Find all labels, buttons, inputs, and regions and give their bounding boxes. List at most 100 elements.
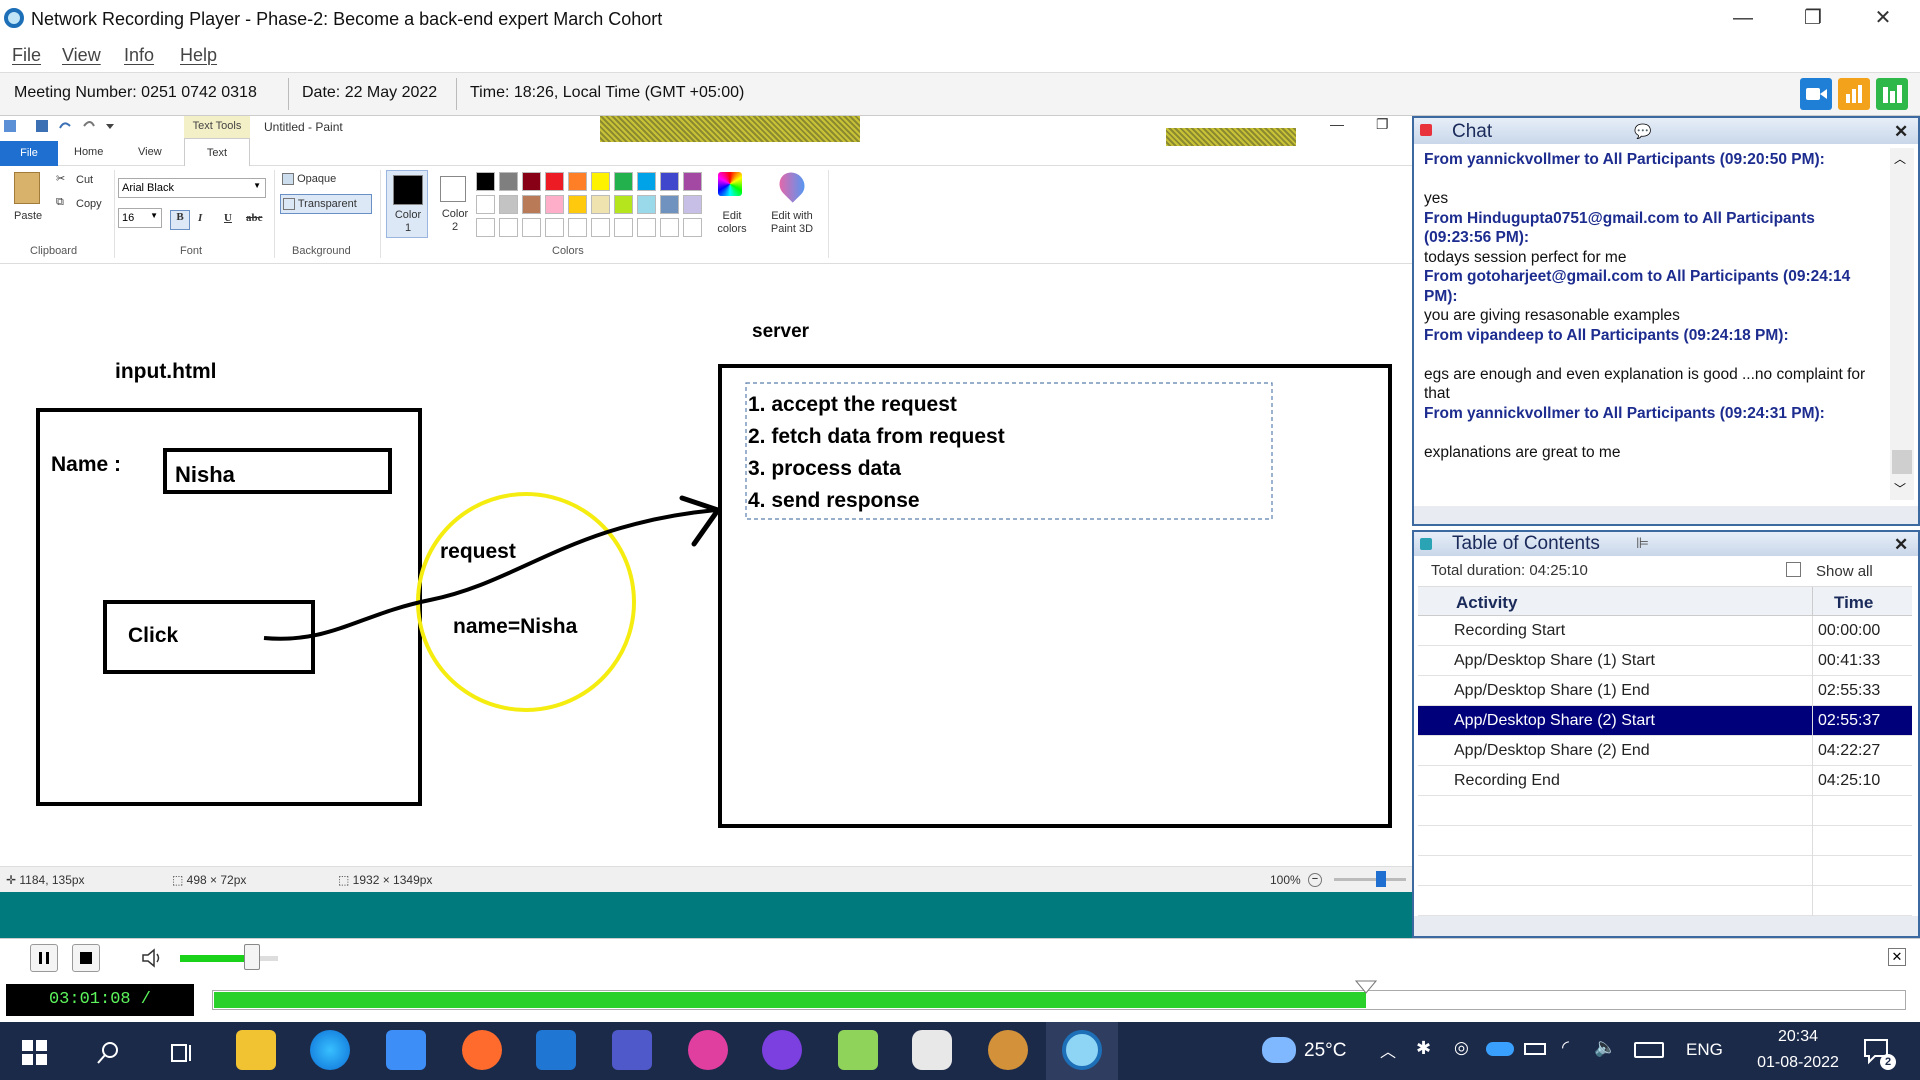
show-all-label[interactable]: Show all [1816, 563, 1873, 580]
palette-swatch[interactable] [637, 195, 656, 214]
video-view-icon[interactable] [1800, 78, 1832, 110]
palette-swatch-empty[interactable] [591, 218, 610, 237]
palette-swatch-empty[interactable] [637, 218, 656, 237]
edit-colors-icon[interactable] [718, 172, 742, 196]
weather-temp[interactable]: 25°C [1304, 1040, 1346, 1062]
show-all-checkbox[interactable] [1786, 562, 1801, 577]
minimize-button[interactable]: — [1718, 4, 1768, 32]
volume-icon[interactable] [140, 946, 164, 975]
zoom-slider-thumb[interactable] [1376, 871, 1386, 887]
palette-swatch[interactable] [568, 195, 587, 214]
palette-swatch[interactable] [476, 172, 495, 191]
palette-swatch[interactable] [683, 172, 702, 191]
palette-swatch[interactable] [660, 172, 679, 191]
toc-row[interactable]: App/Desktop Share (1) Start 00:41:33 [1418, 646, 1912, 676]
toc-row[interactable]: Recording End 04:25:10 [1418, 766, 1912, 796]
speaker-icon[interactable]: 🔈 [1594, 1037, 1616, 1058]
opaque-option[interactable]: Opaque [282, 173, 336, 186]
toc-row[interactable]: Recording Start 00:00:00 [1418, 616, 1912, 646]
palette-swatch[interactable] [522, 195, 541, 214]
palette-swatch[interactable] [522, 172, 541, 191]
palette-swatch[interactable] [614, 172, 633, 191]
palette-swatch-empty[interactable] [476, 218, 495, 237]
toc-row[interactable]: App/Desktop Share (2) End 04:22:27 [1418, 736, 1912, 766]
col-time-header[interactable]: Time [1834, 593, 1873, 613]
file-explorer-icon[interactable] [236, 1030, 276, 1070]
paste-button[interactable]: Paste [14, 210, 42, 222]
palette-swatch-empty[interactable] [683, 218, 702, 237]
copy-icon[interactable]: ⧉ [56, 196, 64, 209]
chat-scrollbar[interactable]: ︿ ﹀ [1890, 148, 1914, 500]
paint-minimize-button[interactable]: — [1330, 116, 1344, 132]
palette-swatch[interactable] [499, 172, 518, 191]
palette-swatch[interactable] [476, 195, 495, 214]
toc-filter-icon[interactable]: ⊫ [1636, 534, 1649, 552]
col-activity-header[interactable]: Activity [1456, 593, 1517, 613]
windows-start-icon[interactable] [22, 1040, 48, 1071]
palette-swatch[interactable] [545, 195, 564, 214]
mail-icon[interactable] [386, 1030, 426, 1070]
palette-swatch[interactable] [591, 172, 610, 191]
toc-close-button[interactable]: ✕ [1894, 535, 1908, 555]
palette-swatch-empty[interactable] [545, 218, 564, 237]
menu-help[interactable]: Help [180, 45, 217, 66]
postman-icon[interactable] [462, 1030, 502, 1070]
input-language[interactable]: ENG [1686, 1040, 1723, 1060]
edge-browser-icon[interactable] [310, 1030, 350, 1070]
tray-camera-icon[interactable]: ◎ [1454, 1038, 1469, 1058]
playback-progress-thumb[interactable] [1354, 980, 1378, 999]
scroll-thumb[interactable] [1892, 450, 1912, 474]
palette-swatch[interactable] [545, 172, 564, 191]
battery-icon[interactable] [1524, 1043, 1546, 1055]
recording-player-icon[interactable] [1062, 1030, 1102, 1070]
edit-colors-button[interactable]: Edit colors [712, 210, 752, 236]
grid-view-icon[interactable] [1876, 78, 1908, 110]
palette-swatch[interactable] [614, 195, 633, 214]
toc-row[interactable]: App/Desktop Share (2) Start 02:55:37 [1418, 706, 1912, 736]
palette-swatch-empty[interactable] [614, 218, 633, 237]
volume-thumb[interactable] [244, 944, 260, 970]
palette-swatch[interactable] [499, 195, 518, 214]
settings-app-icon[interactable] [988, 1030, 1028, 1070]
tray-chevron-icon[interactable]: ︿ [1380, 1038, 1396, 1062]
tab-file[interactable]: File [0, 141, 58, 166]
color2-button[interactable]: Color 2 [434, 170, 476, 238]
palette-swatch-empty[interactable] [568, 218, 587, 237]
tab-text[interactable]: Text [184, 138, 250, 167]
spreadsheet-icon[interactable] [838, 1030, 878, 1070]
palette-swatch[interactable] [591, 195, 610, 214]
wifi-icon[interactable]: ◜ [1562, 1037, 1569, 1058]
pause-button[interactable] [30, 944, 58, 972]
cut-button[interactable]: Cut [76, 174, 93, 186]
task-view-icon[interactable] [168, 1040, 194, 1071]
scroll-up-icon[interactable]: ︿ [1894, 150, 1906, 167]
color1-button[interactable]: Color 1 [386, 170, 428, 238]
font-family-select[interactable]: Arial Black ▼ [118, 178, 266, 198]
palette-swatch-empty[interactable] [660, 218, 679, 237]
keyboard-icon[interactable] [1634, 1042, 1664, 1058]
menu-view[interactable]: View [62, 45, 101, 66]
underline-button[interactable]: U [224, 212, 232, 224]
tab-view[interactable]: View [138, 146, 162, 158]
palette-swatch[interactable] [568, 172, 587, 191]
bold-button[interactable]: B [170, 210, 190, 230]
onedrive-icon[interactable] [1486, 1042, 1514, 1056]
weather-icon[interactable] [1262, 1037, 1296, 1063]
edit-paint3d-button[interactable]: Edit with Paint 3D [762, 210, 822, 236]
menu-info[interactable]: Info [124, 45, 154, 66]
palette-swatch[interactable] [683, 195, 702, 214]
slack-icon[interactable] [912, 1030, 952, 1070]
clock-time[interactable]: 20:34 [1762, 1028, 1834, 1046]
font-size-select[interactable]: 16 ▼ [118, 208, 162, 228]
cut-icon[interactable]: ✂ [56, 172, 65, 185]
scroll-down-icon[interactable]: ﹀ [1894, 480, 1906, 497]
toc-row[interactable]: App/Desktop Share (1) End 02:55:33 [1418, 676, 1912, 706]
palette-swatch-empty[interactable] [499, 218, 518, 237]
chat-close-button[interactable]: ✕ [1894, 122, 1908, 142]
zoom-out-button[interactable]: − [1308, 873, 1322, 887]
menu-file[interactable]: File [12, 45, 41, 66]
zoom-slider[interactable] [1334, 878, 1406, 881]
vscode-icon[interactable] [536, 1030, 576, 1070]
copy-button[interactable]: Copy [76, 198, 102, 210]
transparent-option[interactable]: Transparent [280, 194, 372, 214]
